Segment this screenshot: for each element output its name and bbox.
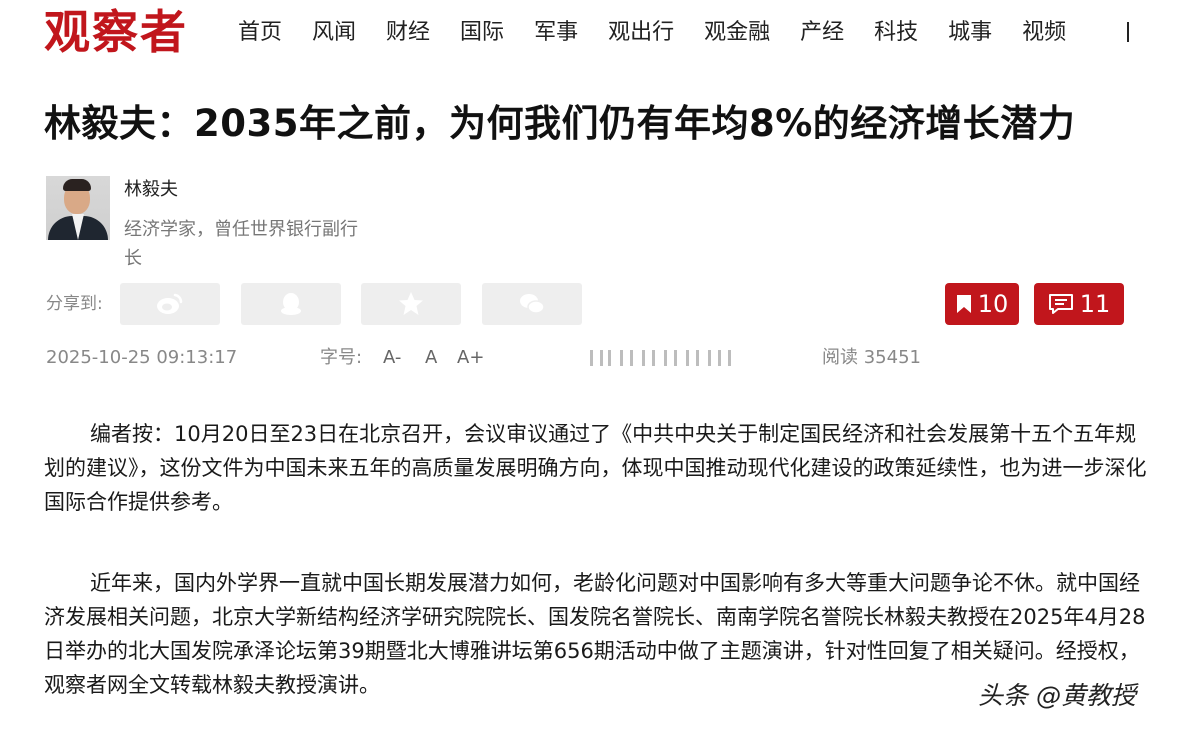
qzone-star-icon	[399, 292, 423, 315]
nav-item-international[interactable]: 国际	[460, 18, 504, 48]
weibo-icon	[157, 293, 183, 314]
site-header: 观察者 首页 风闻 财经 国际 军事 观出行 观金融 产经 科技 城事 视频	[0, 0, 1188, 64]
article-title: 林毅夫：2035年之前，为何我们仍有年均8%的经济增长潜力	[44, 102, 1076, 145]
nav-item-city[interactable]: 城事	[948, 18, 992, 48]
comment-count: 11	[1079, 290, 1111, 318]
font-normal-button[interactable]: A	[425, 346, 437, 370]
font-large-button[interactable]: A+	[457, 346, 484, 370]
nav-item-fengwen[interactable]: 风闻	[312, 18, 356, 48]
share-wechat-button[interactable]	[482, 283, 582, 325]
comment-button[interactable]: 11	[1034, 283, 1124, 325]
article-paragraph: 编者按：10月20日至23日在北京召开，会议审议通过了《中共中央关于制定国民经济…	[44, 422, 1147, 514]
nav-item-tech[interactable]: 科技	[874, 18, 918, 48]
nav-divider	[1127, 22, 1129, 42]
nav-item-industry[interactable]: 产经	[800, 18, 844, 48]
nav-item-finance[interactable]: 财经	[386, 18, 430, 48]
share-qq-button[interactable]	[241, 283, 341, 325]
bookmark-count: 10	[977, 290, 1009, 318]
font-size-label: 字号:	[320, 347, 363, 368]
blurred-area	[586, 348, 732, 368]
nav-item-military[interactable]: 军事	[534, 18, 578, 48]
bookmark-icon	[956, 295, 971, 313]
publish-datetime: 2025-10-25 09:13:17	[46, 347, 238, 368]
wechat-icon	[520, 294, 545, 314]
nav-item-video[interactable]: 视频	[1022, 18, 1066, 48]
nav-item-home[interactable]: 首页	[238, 18, 282, 48]
main-nav: 首页 风闻 财经 国际 军事 观出行 观金融 产经 科技 城事 视频	[238, 18, 1096, 48]
share-weibo-button[interactable]	[120, 283, 220, 325]
font-small-button[interactable]: A-	[383, 346, 401, 370]
nav-item-travel[interactable]: 观出行	[608, 18, 674, 48]
nav-item-guanfinance[interactable]: 观金融	[704, 18, 770, 48]
share-qzone-button[interactable]	[361, 283, 461, 325]
author-name[interactable]: 林毅夫	[124, 178, 178, 202]
comment-icon	[1048, 294, 1073, 314]
read-count: 阅读 35451	[822, 347, 921, 368]
qq-icon	[281, 293, 301, 315]
site-logo[interactable]: 观察者	[44, 4, 188, 60]
author-avatar[interactable]	[46, 176, 110, 240]
toutiao-watermark: 头条 @黄教授	[978, 681, 1136, 710]
bookmark-button[interactable]: 10	[945, 283, 1019, 325]
author-description: 经济学家，曾任世界银行副行长	[124, 219, 358, 269]
share-label: 分享到:	[46, 294, 103, 314]
